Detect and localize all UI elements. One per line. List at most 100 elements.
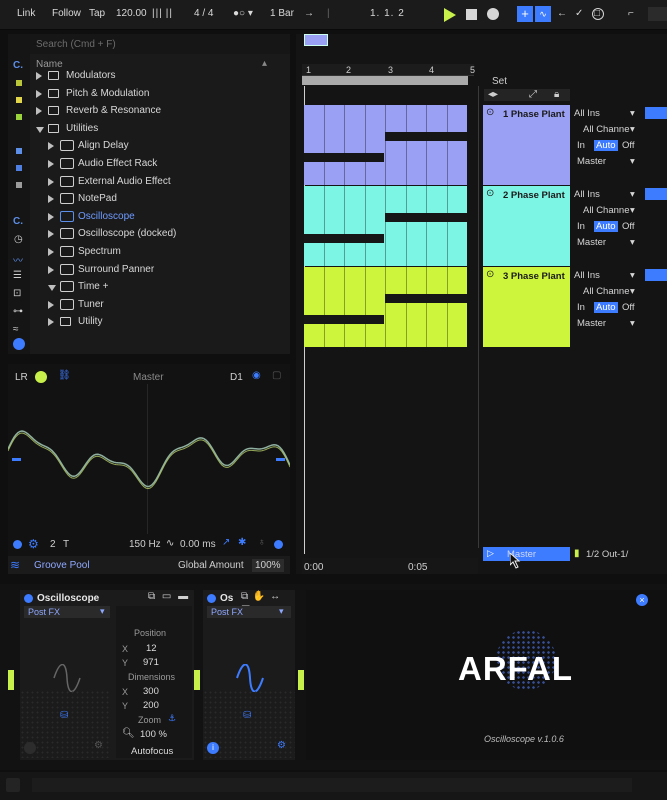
autofocus-button[interactable]: Autofocus bbox=[131, 746, 173, 757]
dropdown-arrow-icon[interactable]: ▾ bbox=[630, 124, 635, 135]
browser-item[interactable]: Reverb & Resonance bbox=[36, 103, 286, 120]
master-track-header[interactable]: ▷ Master bbox=[483, 547, 570, 561]
scope-two-label[interactable]: 2 bbox=[50, 539, 56, 550]
output-select[interactable]: Master bbox=[577, 156, 606, 167]
browser-item[interactable]: Oscilloscope (docked) bbox=[36, 226, 286, 243]
sliders-icon[interactable]: ☰ bbox=[13, 270, 22, 281]
dimensions-width-value[interactable]: 300 bbox=[143, 686, 159, 697]
waves-icon[interactable]: ≈ bbox=[13, 324, 19, 335]
expand-triangle-icon[interactable] bbox=[36, 72, 42, 80]
color-tag-3[interactable] bbox=[16, 114, 22, 120]
dropdown-arrow-icon[interactable]: ▾ bbox=[630, 286, 635, 297]
loop-brace[interactable] bbox=[302, 76, 468, 85]
expand-triangle-icon[interactable] bbox=[48, 178, 54, 186]
metronome-icon[interactable]: ●○ ▾ bbox=[233, 8, 253, 19]
input-channel-select[interactable]: All Channe bbox=[583, 286, 629, 297]
clock-icon[interactable]: ◷ bbox=[14, 234, 23, 245]
browser-item[interactable]: Audio Effect Rack bbox=[36, 156, 286, 173]
track-volume-field[interactable] bbox=[645, 107, 667, 119]
layers-icon-2[interactable]: ⛁ bbox=[243, 710, 251, 721]
settings-gear-icon[interactable]: ⚙ bbox=[28, 537, 39, 551]
browser-item[interactable]: Surround Panner bbox=[36, 262, 286, 279]
gear-icon[interactable]: ⚙ bbox=[94, 740, 103, 751]
time-offset-value[interactable]: 0.00 ms bbox=[180, 539, 216, 550]
monitor-off-button[interactable]: Off bbox=[622, 140, 635, 151]
browser-item[interactable]: Spectrum bbox=[36, 244, 286, 261]
input-type-select[interactable]: All Ins bbox=[574, 270, 600, 281]
scope-t-label[interactable]: T bbox=[63, 539, 69, 550]
close-icon[interactable]: × bbox=[636, 594, 648, 606]
track-header[interactable]: ⊙ 1 Phase Plant bbox=[483, 105, 570, 185]
overview-clip[interactable] bbox=[304, 34, 328, 46]
midi-note[interactable] bbox=[304, 315, 384, 324]
dimensions-height-value[interactable]: 200 bbox=[143, 700, 159, 711]
monitor-off-button[interactable]: Off bbox=[622, 221, 635, 232]
midi-note[interactable] bbox=[385, 294, 467, 303]
info-icon[interactable] bbox=[24, 742, 36, 754]
midi-note[interactable] bbox=[304, 153, 384, 162]
dropdown-arrow-icon[interactable]: ▾ bbox=[630, 205, 635, 216]
midi-clip[interactable] bbox=[304, 186, 467, 266]
freeze-snowflake-icon[interactable]: ✱ bbox=[238, 537, 246, 548]
input-channel-select[interactable]: All Channe bbox=[583, 205, 629, 216]
quantize-select[interactable]: 1 Bar bbox=[270, 8, 294, 19]
monitor-in-button[interactable]: In bbox=[577, 302, 585, 313]
info-icon-2[interactable]: i bbox=[207, 742, 219, 754]
scope-d1-label[interactable]: D1 bbox=[230, 372, 243, 383]
trigger-arrow-icon[interactable]: ↗ bbox=[222, 537, 230, 548]
link-icon[interactable]: ⛓ bbox=[58, 370, 71, 381]
dropdown-arrow-icon[interactable]: ▾ bbox=[630, 108, 635, 119]
browser-item[interactable]: NotePad bbox=[36, 191, 286, 208]
monitor-off-button[interactable]: Off bbox=[622, 302, 635, 313]
overdub-plus-icon[interactable]: + bbox=[517, 6, 533, 22]
scope-power-icon[interactable] bbox=[13, 540, 22, 549]
master-output[interactable]: ▮ 1/2 Out-1/ bbox=[574, 547, 638, 561]
dropdown-arrow-icon[interactable]: ▾ bbox=[630, 156, 635, 167]
gear-icon-2[interactable]: ⚙ bbox=[277, 740, 286, 751]
plugin-icon[interactable]: ⊡ bbox=[13, 288, 21, 299]
output-select[interactable]: Master bbox=[577, 318, 606, 329]
expand-triangle-icon[interactable] bbox=[36, 127, 44, 133]
input-channel-select[interactable]: All Channe bbox=[583, 124, 629, 135]
device-title[interactable]: Oscilloscope bbox=[37, 593, 99, 604]
device2-on-icon[interactable] bbox=[207, 594, 216, 603]
browser-item[interactable]: Modulators bbox=[36, 68, 286, 85]
audio-waves-icon[interactable]: 〰 bbox=[13, 252, 23, 267]
expand-triangle-icon[interactable] bbox=[36, 107, 42, 115]
expand-triangle-icon[interactable] bbox=[48, 266, 54, 274]
midi-clip[interactable] bbox=[304, 267, 467, 347]
device2-title[interactable]: Os bbox=[220, 593, 233, 604]
dropdown-arrow-icon[interactable]: ▾ bbox=[630, 270, 635, 281]
stop-icon[interactable] bbox=[466, 9, 477, 20]
record-icon[interactable] bbox=[487, 8, 499, 20]
layers-icon[interactable]: ⛁ bbox=[60, 710, 68, 721]
scope-indicator-icon[interactable] bbox=[274, 540, 283, 549]
link-button[interactable]: Link bbox=[17, 8, 35, 19]
browser-item[interactable]: Utilities bbox=[36, 121, 286, 138]
track-volume-field[interactable] bbox=[645, 188, 667, 200]
midi-clip[interactable] bbox=[304, 105, 467, 185]
expand-icon[interactable]: ⤢ bbox=[529, 89, 537, 100]
zoom-value[interactable]: 100 % bbox=[140, 729, 167, 740]
time-ruler[interactable]: 0:00 0:05 bbox=[302, 558, 478, 574]
scope-lock-icon[interactable]: ▢ bbox=[272, 370, 281, 381]
input-type-select[interactable]: All Ins bbox=[574, 108, 600, 119]
eye-icon[interactable]: ◉ bbox=[252, 370, 261, 381]
monitor-in-button[interactable]: In bbox=[577, 140, 585, 151]
expand-triangle-icon[interactable] bbox=[48, 248, 54, 256]
monitor-auto-button[interactable]: Auto bbox=[594, 302, 618, 313]
groove-pool-label[interactable]: Groove Pool bbox=[34, 560, 90, 571]
plug-icon[interactable]: ⊶ bbox=[13, 306, 23, 317]
browser-item[interactable]: Utility bbox=[36, 314, 286, 331]
fx-mode-select[interactable]: Post FX ▾ bbox=[24, 606, 110, 618]
track-volume-field[interactable] bbox=[645, 269, 667, 281]
bulb-icon[interactable]: ♁ bbox=[258, 537, 266, 548]
color-tag-4[interactable] bbox=[16, 148, 22, 154]
device2-mode-select[interactable]: Post FX ▾ bbox=[207, 606, 291, 618]
global-amount-value[interactable]: 100% bbox=[252, 559, 284, 572]
track-fold-icon[interactable]: ⊙ bbox=[486, 107, 494, 118]
search-input[interactable]: Search (Cmd + F) bbox=[36, 39, 116, 50]
time-signature-field[interactable]: 4 / 4 bbox=[194, 8, 213, 19]
position-x-value[interactable]: 12 bbox=[146, 643, 157, 654]
device-on-icon[interactable] bbox=[24, 594, 33, 603]
